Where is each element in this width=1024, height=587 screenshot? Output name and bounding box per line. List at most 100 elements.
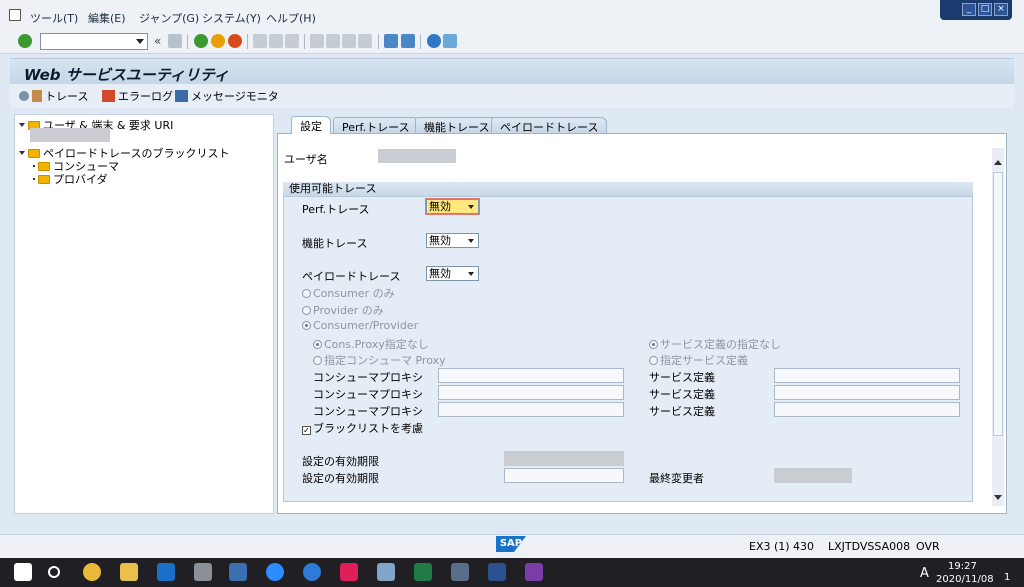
- cancel-icon[interactable]: [228, 34, 242, 48]
- notification-count[interactable]: 1: [1004, 572, 1010, 583]
- scrollbar-thumb[interactable]: [993, 172, 1003, 436]
- shortcut-icon[interactable]: [401, 34, 415, 48]
- search-icon[interactable]: [48, 566, 60, 578]
- consider-blacklist-checkbox[interactable]: ✓ ブラックリストを考慮: [302, 420, 423, 436]
- error-log-icon: [102, 90, 115, 102]
- zoom-icon[interactable]: [266, 563, 284, 581]
- last-changed-label: 最終変更者: [649, 472, 704, 485]
- error-log-label: エラーログ: [118, 90, 173, 103]
- tab-payload-trace[interactable]: ペイロードトレース: [491, 117, 608, 134]
- menu-edit[interactable]: 編集(E): [88, 10, 126, 26]
- save-icon[interactable]: [168, 34, 182, 48]
- app-icon[interactable]: [377, 563, 395, 581]
- tab-settings[interactable]: 設定: [291, 116, 331, 134]
- radio-consumer-provider[interactable]: Consumer/Provider: [302, 319, 418, 332]
- app-icon[interactable]: [451, 563, 469, 581]
- sap-logon-icon[interactable]: [229, 563, 247, 581]
- clock-date[interactable]: 2020/11/08: [936, 574, 994, 585]
- radio-provider-only[interactable]: Provider のみ: [302, 302, 384, 318]
- expand-triangle-icon[interactable]: [19, 151, 25, 155]
- functional-trace-value: 無効: [429, 234, 451, 247]
- error-log-button[interactable]: エラーログ: [102, 88, 173, 104]
- powershell-icon[interactable]: [488, 563, 506, 581]
- radio-cons-proxy-specified[interactable]: 指定コンシューマ Proxy: [313, 352, 446, 368]
- first-page-icon[interactable]: [310, 34, 324, 48]
- layout-icon[interactable]: [443, 34, 457, 48]
- command-field[interactable]: [40, 33, 148, 50]
- checkbox-checked-icon: ✓: [302, 426, 311, 435]
- tab-functional-trace[interactable]: 機能トレース: [415, 117, 499, 134]
- previous-page-icon[interactable]: [326, 34, 340, 48]
- chrome-icon[interactable]: [83, 563, 101, 581]
- consumer-proxy-label-3: コンシューマプロキシ: [313, 405, 423, 418]
- service-def-input-1[interactable]: [774, 368, 960, 383]
- radio-cons-proxy-none[interactable]: Cons.Proxy指定なし: [313, 336, 429, 352]
- ime-indicator[interactable]: A: [920, 566, 929, 581]
- find-next-icon[interactable]: [285, 34, 299, 48]
- back-icon[interactable]: [194, 34, 208, 48]
- consumer-proxy-input-1[interactable]: [438, 368, 624, 383]
- menu-jump[interactable]: ジャンプ(G): [139, 10, 199, 26]
- service-def-label-3: サービス定義: [649, 405, 715, 418]
- perf-trace-select[interactable]: 無効: [425, 198, 480, 215]
- tab-perf-trace[interactable]: Perf.トレース: [333, 117, 419, 134]
- consumer-proxy-input-2[interactable]: [438, 385, 624, 400]
- menu-help[interactable]: ヘルプ(H): [266, 10, 316, 26]
- separator: [247, 34, 248, 49]
- separator: [378, 34, 379, 49]
- expand-triangle-icon[interactable]: [19, 123, 25, 127]
- perf-trace-value: 無効: [429, 200, 451, 213]
- create-session-icon[interactable]: [384, 34, 398, 48]
- app-icon[interactable]: [194, 563, 212, 581]
- radio-icon: [302, 289, 311, 298]
- radio-selected-icon: [649, 340, 658, 349]
- radio-selected-icon: [313, 340, 322, 349]
- maximize-button[interactable]: □: [978, 3, 992, 16]
- print-icon[interactable]: [253, 34, 267, 48]
- last-page-icon[interactable]: [358, 34, 372, 48]
- trace-button[interactable]: トレース: [19, 88, 88, 104]
- separator: [304, 34, 305, 49]
- slack-icon[interactable]: [340, 563, 358, 581]
- clock-time[interactable]: 19:27: [948, 561, 977, 572]
- find-icon[interactable]: [269, 34, 283, 48]
- service-def-input-2[interactable]: [774, 385, 960, 400]
- system-info[interactable]: EX3 (1) 430: [749, 540, 814, 553]
- chevron-down-icon: [468, 205, 474, 209]
- close-button[interactable]: ×: [994, 3, 1008, 16]
- service-def-input-3[interactable]: [774, 402, 960, 417]
- user-name-field: [378, 149, 456, 163]
- functional-trace-select[interactable]: 無効: [426, 233, 479, 248]
- menu-icon[interactable]: [9, 9, 21, 21]
- payload-trace-select[interactable]: 無効: [426, 266, 479, 281]
- next-page-icon[interactable]: [342, 34, 356, 48]
- outlook-icon[interactable]: [157, 563, 175, 581]
- back-arrows-icon[interactable]: «: [154, 34, 161, 48]
- file-explorer-icon[interactable]: [120, 563, 138, 581]
- enter-icon[interactable]: [18, 34, 32, 48]
- radio-selected-icon: [302, 321, 311, 330]
- windows-start-icon[interactable]: [14, 563, 32, 581]
- message-monitor-button[interactable]: メッセージモニタ: [175, 88, 279, 104]
- onenote-icon[interactable]: [525, 563, 543, 581]
- excel-icon[interactable]: [414, 563, 432, 581]
- menu-system[interactable]: システム(Y): [202, 10, 261, 26]
- expiry-input-2[interactable]: [504, 468, 624, 483]
- help-icon[interactable]: [427, 34, 441, 48]
- radio-consumer-only[interactable]: Consumer のみ: [302, 285, 395, 301]
- chevron-down-icon: [468, 239, 474, 243]
- radio-service-def-none[interactable]: サービス定義の指定なし: [649, 336, 781, 352]
- application-toolbar: トレース エラーログ メッセージモニタ: [10, 84, 1014, 108]
- scroll-down-icon[interactable]: [994, 495, 1002, 500]
- tree-item-provider[interactable]: プロバイダ: [33, 171, 108, 187]
- radio-service-def-specified[interactable]: 指定サービス定義: [649, 352, 748, 368]
- window-controls: _ □ ×: [940, 0, 1012, 20]
- consumer-proxy-input-3[interactable]: [438, 402, 624, 417]
- service-def-label-2: サービス定義: [649, 388, 715, 401]
- minimize-button[interactable]: _: [962, 3, 976, 16]
- user-name-label: ユーザ名: [284, 153, 328, 166]
- exit-icon[interactable]: [211, 34, 225, 48]
- edge-icon[interactable]: [303, 563, 321, 581]
- scroll-up-icon[interactable]: [994, 160, 1002, 165]
- menu-tools[interactable]: ツール(T): [30, 10, 78, 26]
